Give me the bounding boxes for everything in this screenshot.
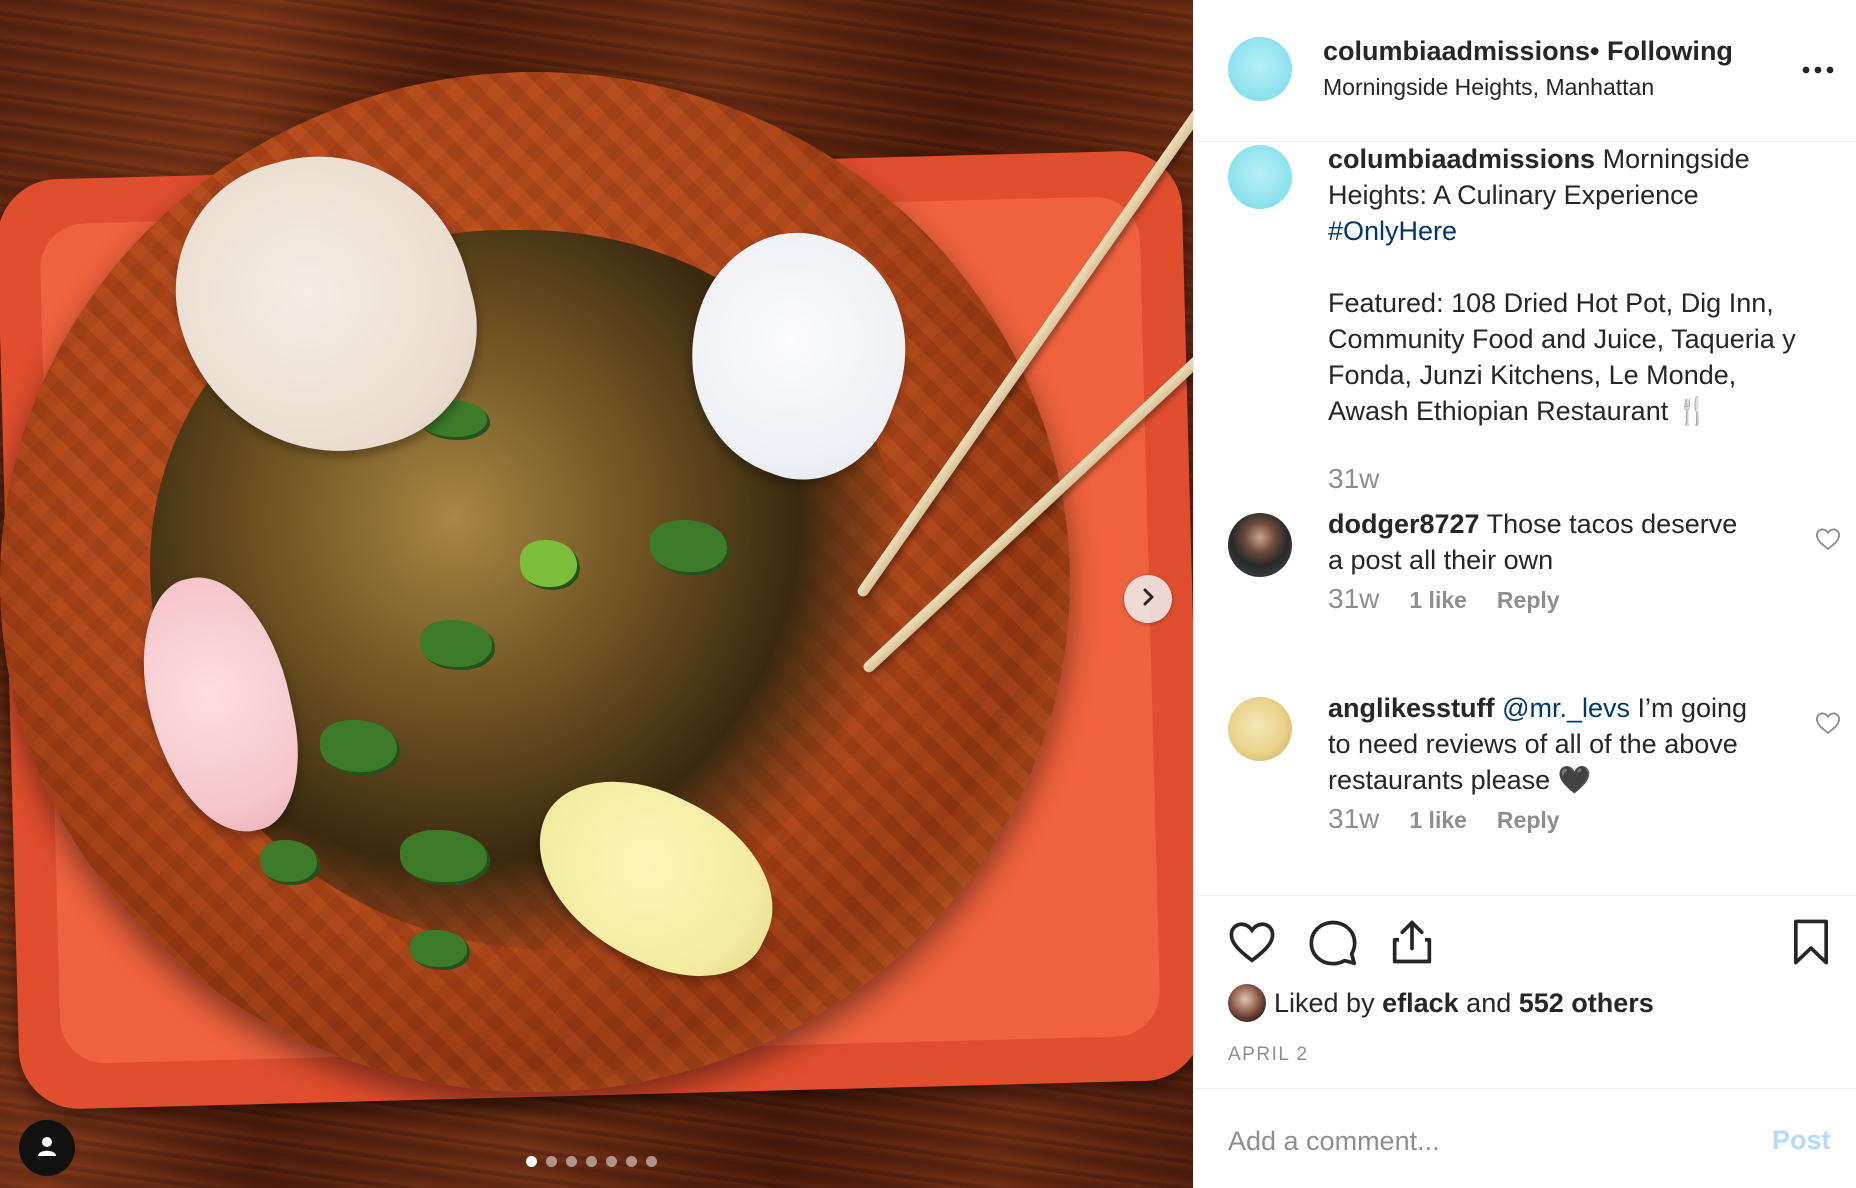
comment-timestamp[interactable]: 31w bbox=[1328, 803, 1379, 835]
post-header: columbiaadmissions • Following Morningsi… bbox=[1194, 0, 1856, 142]
heart-icon bbox=[1815, 712, 1841, 735]
comments-list[interactable]: columbiaadmissions Morningside Heights: … bbox=[1194, 143, 1856, 895]
like-button[interactable] bbox=[1226, 916, 1278, 968]
carousel-dot bbox=[586, 1156, 597, 1167]
commenter-avatar[interactable] bbox=[1228, 513, 1292, 577]
carousel-next-button[interactable] bbox=[1124, 575, 1172, 623]
author-avatar[interactable] bbox=[1228, 37, 1292, 101]
post-panel: columbiaadmissions • Following Morningsi… bbox=[1193, 0, 1856, 1188]
carousel-indicator bbox=[526, 1156, 657, 1167]
post-actions: Liked by eflack and 552 others APRIL 2 bbox=[1194, 895, 1856, 1088]
comment-timestamp[interactable]: 31w bbox=[1328, 583, 1379, 615]
comment-like-button[interactable] bbox=[1814, 525, 1842, 553]
comment-input[interactable] bbox=[1228, 1119, 1728, 1163]
comment-likes[interactable]: 1 like bbox=[1409, 807, 1467, 834]
more-icon bbox=[1802, 66, 1834, 74]
more-options-button[interactable] bbox=[1798, 55, 1838, 85]
carousel-dot bbox=[626, 1156, 637, 1167]
comment-text: anglikesstuff @mr._levs I’m going to nee… bbox=[1328, 693, 1748, 795]
comment-box: Post bbox=[1194, 1088, 1856, 1188]
post-location[interactable]: Morningside Heights, Manhattan bbox=[1323, 74, 1654, 101]
share-button[interactable] bbox=[1386, 916, 1438, 968]
heart-icon bbox=[1229, 922, 1275, 963]
user-icon bbox=[34, 1133, 60, 1164]
reply-button[interactable]: Reply bbox=[1497, 587, 1560, 614]
comment-meta: 31w 1 like Reply bbox=[1328, 583, 1560, 615]
mention-link[interactable]: @mr._levs bbox=[1502, 693, 1630, 723]
author-avatar[interactable] bbox=[1228, 145, 1292, 209]
comment-button[interactable] bbox=[1307, 916, 1359, 968]
save-button[interactable] bbox=[1785, 916, 1837, 968]
caption-timestamp[interactable]: 31w bbox=[1328, 463, 1379, 495]
carousel-dot bbox=[526, 1156, 537, 1167]
likes-count[interactable]: 552 others bbox=[1519, 988, 1654, 1019]
comment-text: dodger8727 Those tacos deserve a post al… bbox=[1328, 509, 1738, 575]
commenter-avatar[interactable] bbox=[1228, 697, 1292, 761]
commenter-username[interactable]: anglikesstuff bbox=[1328, 693, 1495, 723]
post-photo[interactable] bbox=[0, 0, 1193, 1188]
carousel-dot bbox=[646, 1156, 657, 1167]
author-username[interactable]: columbiaadmissions bbox=[1323, 36, 1590, 67]
follow-status[interactable]: • Following bbox=[1590, 36, 1733, 67]
hashtag-link[interactable]: #OnlyHere bbox=[1328, 216, 1457, 246]
post-comment-button[interactable]: Post bbox=[1772, 1125, 1831, 1156]
commenter-username[interactable]: dodger8727 bbox=[1328, 509, 1480, 539]
comment-meta: 31w 1 like Reply bbox=[1328, 803, 1560, 835]
carousel-dot bbox=[606, 1156, 617, 1167]
post-date[interactable]: APRIL 2 bbox=[1228, 1044, 1309, 1066]
reply-button[interactable]: Reply bbox=[1497, 807, 1560, 834]
caption-username[interactable]: columbiaadmissions bbox=[1328, 144, 1595, 174]
liker-avatar[interactable] bbox=[1228, 984, 1266, 1022]
tagged-users-button[interactable] bbox=[19, 1120, 75, 1176]
carousel-dot bbox=[566, 1156, 577, 1167]
heart-icon bbox=[1815, 528, 1841, 551]
chevron-right-icon bbox=[1137, 586, 1159, 613]
liker-username[interactable]: eflack bbox=[1382, 988, 1459, 1019]
bookmark-icon bbox=[1793, 919, 1829, 965]
carousel-dot bbox=[546, 1156, 557, 1167]
caption-meta: 31w bbox=[1328, 463, 1379, 495]
caption-text: columbiaadmissions Morningside Heights: … bbox=[1328, 144, 1796, 426]
liked-by: Liked by eflack and 552 others bbox=[1228, 984, 1654, 1022]
comment-likes[interactable]: 1 like bbox=[1409, 587, 1467, 614]
comment-icon bbox=[1309, 920, 1357, 966]
share-icon bbox=[1392, 920, 1432, 964]
comment-like-button[interactable] bbox=[1814, 709, 1842, 737]
